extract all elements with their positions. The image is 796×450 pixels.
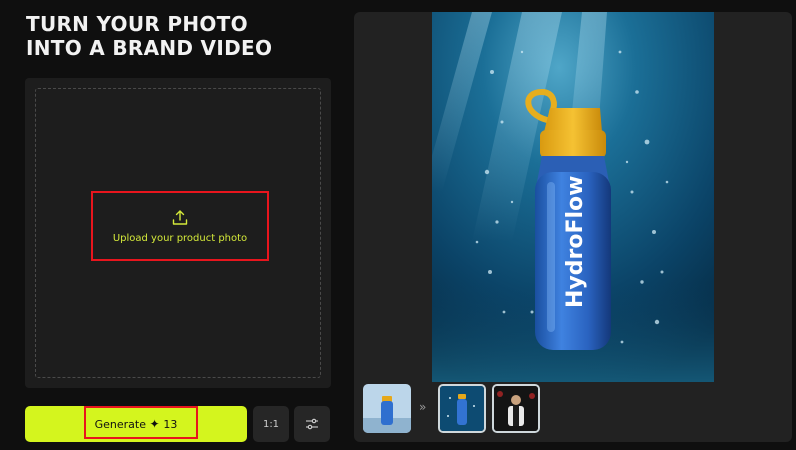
app-root: TURN YOUR PHOTO INTO A BRAND VIDEO Uploa… xyxy=(0,0,796,450)
preview-panel: HydroFlow xyxy=(354,12,792,442)
preview-video[interactable]: HydroFlow xyxy=(432,12,714,382)
person-thumb xyxy=(494,386,538,431)
upload-icon xyxy=(172,209,188,225)
generate-button[interactable]: Generate ✦ 13 xyxy=(25,406,247,442)
source-photo-thumb xyxy=(363,384,411,433)
thumbnail-arrow: » xyxy=(419,400,427,414)
title-line-1: TURN YOUR PHOTO xyxy=(26,12,248,36)
result-thumbnail-2[interactable] xyxy=(492,384,540,433)
upload-label: Upload your product photo xyxy=(112,232,248,244)
aspect-ratio-button[interactable]: 1:1 xyxy=(253,406,289,442)
result-thumbnail-1[interactable] xyxy=(438,384,486,433)
upload-panel: Upload your product photo xyxy=(25,78,331,388)
generate-text: Generate xyxy=(94,418,146,431)
bottle-brand-text: HydroFlow xyxy=(563,176,588,308)
source-thumbnail[interactable] xyxy=(363,384,411,433)
sparkle-icon: ✦ xyxy=(149,417,164,431)
credit-count: 13 xyxy=(163,418,178,431)
generate-label: Generate ✦ 13 xyxy=(95,417,178,431)
settings-button[interactable] xyxy=(294,406,330,442)
title-line-2: INTO A BRAND VIDEO xyxy=(26,36,273,60)
sliders-icon xyxy=(306,418,318,430)
underwater-bottle-image: HydroFlow xyxy=(432,12,714,382)
upload-button[interactable]: Upload your product photo xyxy=(91,191,269,261)
underwater-thumb xyxy=(440,386,484,431)
page-title: TURN YOUR PHOTO INTO A BRAND VIDEO xyxy=(26,12,272,60)
aspect-ratio-label: 1:1 xyxy=(262,418,280,430)
